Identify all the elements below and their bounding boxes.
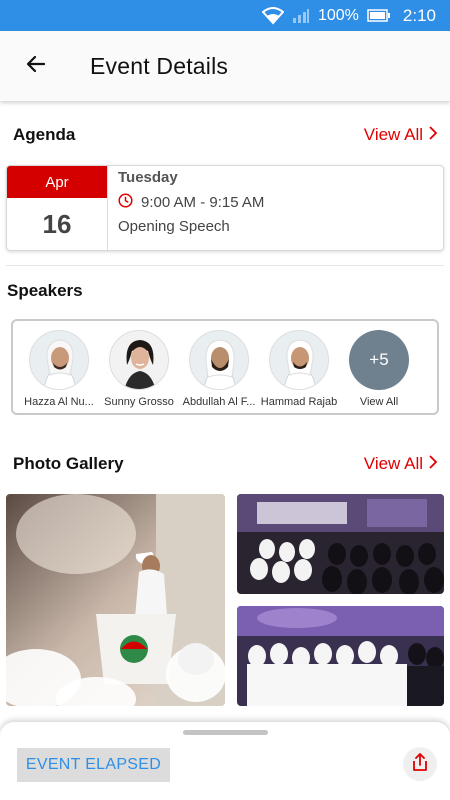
- back-button[interactable]: [14, 44, 58, 88]
- gallery-photo[interactable]: [237, 494, 444, 594]
- view-all-label: View All: [363, 125, 423, 144]
- agenda-title: Agenda: [13, 125, 76, 144]
- speakers-list: Hazza Al Nu... Sunny Grosso Abdullah Al …: [11, 319, 439, 415]
- gallery-title: Photo Gallery: [13, 454, 124, 473]
- speaker-item[interactable]: Hammad Rajab: [259, 330, 339, 408]
- drag-handle[interactable]: [183, 730, 268, 735]
- speakers-header: Speakers: [0, 276, 450, 306]
- speakers-view-all[interactable]: +5 View All: [339, 330, 419, 408]
- status-bar: 100% 2:10: [0, 0, 450, 31]
- battery-level: 100%: [317, 6, 359, 24]
- gallery-photo[interactable]: [6, 494, 225, 706]
- date-box: Apr 16: [7, 166, 108, 250]
- agenda-time-row: 9:00 AM - 9:15 AM: [118, 192, 265, 212]
- more-speakers-count: +5: [349, 330, 409, 390]
- view-all-label: View All: [363, 454, 423, 473]
- avatar: [189, 330, 249, 390]
- clock-icon: [118, 192, 133, 212]
- speaker-name: Hammad Rajab: [260, 396, 338, 408]
- gallery-photo[interactable]: [237, 606, 444, 706]
- page-title: Event Details: [90, 52, 229, 79]
- speaker-item[interactable]: Sunny Grosso: [99, 330, 179, 408]
- date-day: 16: [42, 208, 72, 239]
- gallery-header: Photo Gallery View All: [0, 449, 450, 479]
- share-button[interactable]: [403, 747, 437, 781]
- speaker-name: Abdullah Al F...: [182, 396, 256, 408]
- agenda-item-card[interactable]: Apr 16 Tuesday 9:00 AM - 9:15 AM Opening…: [6, 165, 444, 251]
- speakers-title: Speakers: [7, 281, 83, 300]
- speakers-view-all-label: View All: [359, 396, 399, 408]
- agenda-time: 9:00 AM - 9:15 AM: [141, 193, 265, 211]
- share-icon: [411, 752, 429, 777]
- avatar: [29, 330, 89, 390]
- agenda-weekday: Tuesday: [118, 169, 178, 186]
- date-month: Apr: [7, 166, 107, 198]
- event-status-button[interactable]: EVENT ELAPSED: [17, 748, 170, 782]
- bottom-sheet: EVENT ELAPSED: [0, 722, 450, 800]
- clock: 2:10: [402, 5, 436, 25]
- agenda-session-title: Opening Speech: [118, 218, 230, 235]
- gallery-view-all-link[interactable]: View All: [363, 454, 438, 474]
- chevron-right-icon: [429, 454, 438, 474]
- speaker-name: Hazza Al Nu...: [24, 396, 94, 408]
- app-bar: Event Details: [0, 31, 450, 101]
- avatar: [109, 330, 169, 390]
- agenda-header: Agenda View All: [0, 120, 450, 150]
- agenda-view-all-link[interactable]: View All: [363, 125, 438, 145]
- agenda-info: Tuesday 9:00 AM - 9:15 AM Opening Speech: [108, 166, 274, 238]
- speaker-name: Sunny Grosso: [104, 396, 174, 408]
- signal-icon: [292, 8, 310, 24]
- avatar: [269, 330, 329, 390]
- speaker-item[interactable]: Abdullah Al F...: [179, 330, 259, 408]
- arrow-left-icon: [24, 52, 48, 81]
- battery-icon: [367, 9, 391, 22]
- speaker-item[interactable]: Hazza Al Nu...: [19, 330, 99, 408]
- chevron-right-icon: [429, 125, 438, 145]
- divider: [6, 265, 444, 266]
- wifi-icon: [261, 6, 284, 25]
